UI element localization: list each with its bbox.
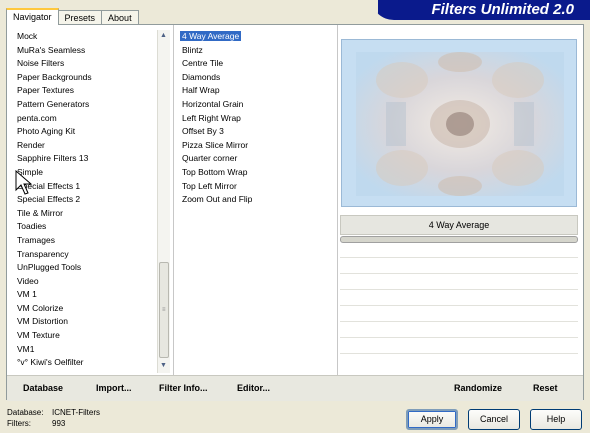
filter-item[interactable]: Top Bottom Wrap <box>182 166 332 180</box>
category-item[interactable]: Mock <box>17 30 155 44</box>
category-item[interactable]: penta.com <box>17 112 155 126</box>
filter-item[interactable]: Zoom Out and Flip <box>182 193 332 207</box>
filter-item[interactable]: Horizontal Grain <box>182 98 332 112</box>
filter-item[interactable]: Top Left Mirror <box>182 180 332 194</box>
category-item[interactable]: Pattern Generators <box>17 98 155 112</box>
app-title-banner: Filters Unlimited 2.0 <box>366 0 590 20</box>
filter-list[interactable]: 4 Way Average Blintz Centre Tile Diamonds Ha… <box>180 30 332 207</box>
control-row <box>340 257 578 258</box>
editor-button[interactable]: Editor... <box>237 383 270 393</box>
app-title: Filters Unlimited 2.0 <box>431 1 574 18</box>
apply-button[interactable]: Apply <box>406 409 458 430</box>
help-button[interactable]: Help <box>530 409 582 430</box>
category-item[interactable]: VM Colorize <box>17 302 155 316</box>
database-button[interactable]: Database <box>23 383 63 393</box>
filter-control-slider[interactable] <box>340 236 578 243</box>
filters-key: Filters: <box>7 419 31 428</box>
filter-item[interactable]: Diamonds <box>182 71 332 85</box>
category-item[interactable]: VM1 <box>17 343 155 357</box>
category-item[interactable]: Tile & Mirror <box>17 207 155 221</box>
filter-item[interactable]: Left Right Wrap <box>182 112 332 126</box>
database-key: Database: <box>7 408 44 417</box>
category-item[interactable]: Paper Textures <box>17 84 155 98</box>
category-item[interactable]: Render <box>17 139 155 153</box>
control-row <box>340 289 578 290</box>
control-row <box>340 353 578 354</box>
category-item[interactable]: VM 1 <box>17 288 155 302</box>
category-scrollbar[interactable]: ▲ ≡ ▼ <box>157 30 170 373</box>
category-item[interactable]: Simple <box>17 166 155 180</box>
filter-item-label: Quarter corner <box>182 153 238 164</box>
filter-info-button[interactable]: Filter Info... <box>159 383 208 393</box>
category-item[interactable]: Paper Backgrounds <box>17 71 155 85</box>
filter-item-label: Zoom Out and Flip <box>182 194 253 205</box>
category-item[interactable]: MuRa's Seamless <box>17 44 155 58</box>
category-item[interactable]: VM Texture <box>17 329 155 343</box>
column-divider <box>337 25 338 401</box>
scrollbar-thumb[interactable]: ≡ <box>159 262 169 358</box>
filter-item-label: Pizza Slice Mirror <box>182 139 249 150</box>
filter-item[interactable]: Pizza Slice Mirror <box>182 139 332 153</box>
filter-item[interactable]: Half Wrap <box>182 84 332 98</box>
column-divider <box>173 25 174 401</box>
filter-item-label: Left Right Wrap <box>182 112 241 123</box>
import-button[interactable]: Import... <box>96 383 132 393</box>
filter-item-label: Half Wrap <box>182 85 220 96</box>
category-item[interactable]: Toadies <box>17 220 155 234</box>
filter-item-label: Centre Tile <box>182 58 224 69</box>
filter-item[interactable]: Quarter corner <box>182 152 332 166</box>
control-row <box>340 337 578 338</box>
reset-button[interactable]: Reset <box>533 383 558 393</box>
category-item[interactable]: Special Effects 1 <box>17 180 155 194</box>
filter-item-label: Offset By 3 <box>182 126 224 137</box>
filter-item[interactable]: 4 Way Average <box>180 30 332 44</box>
category-item[interactable]: VM Distortion <box>17 315 155 329</box>
database-value: ICNET-Filters <box>52 408 100 417</box>
filter-item-label: Horizontal Grain <box>182 98 244 109</box>
scroll-up-icon[interactable]: ▲ <box>160 32 167 39</box>
control-row <box>340 273 578 274</box>
category-item[interactable]: Video <box>17 275 155 289</box>
tab-strip: Navigator Presets About <box>6 8 139 25</box>
cancel-button[interactable]: Cancel <box>468 409 520 430</box>
filter-item-label: 4 Way Average <box>180 31 242 41</box>
category-item[interactable]: Photo Aging Kit <box>17 125 155 139</box>
filters-count: 993 <box>52 419 66 428</box>
grip-icon: ≡ <box>162 307 166 313</box>
category-item[interactable]: Tramages <box>17 234 155 248</box>
scroll-down-icon[interactable]: ▼ <box>160 362 167 369</box>
category-item[interactable]: Noise Filters <box>17 57 155 71</box>
filter-item[interactable]: Offset By 3 <box>182 125 332 139</box>
filter-item[interactable]: Blintz <box>182 44 332 58</box>
control-row <box>340 305 578 306</box>
current-filter-name: 4 Way Average <box>340 215 578 235</box>
filter-item[interactable]: Centre Tile <box>182 57 332 71</box>
action-bar: Database Import... Filter Info... Editor… <box>7 375 583 401</box>
filter-item-label: Top Left Mirror <box>182 180 237 191</box>
category-item[interactable]: Transparency <box>17 248 155 262</box>
tab-presets[interactable]: Presets <box>57 10 103 24</box>
control-row <box>340 321 578 322</box>
category-item[interactable]: °v° Kiwi's Oelfilter <box>17 356 155 370</box>
category-list[interactable]: Mock MuRa's Seamless Noise Filters Paper Ba… <box>17 30 155 370</box>
category-item[interactable]: UnPlugged Tools <box>17 261 155 275</box>
navigator-panel: Mock MuRa's Seamless Noise Filters Paper Ba… <box>6 24 584 401</box>
tab-navigator[interactable]: Navigator <box>6 8 59 25</box>
category-item[interactable]: Sapphire Filters 13 <box>17 152 155 166</box>
filter-item-label: Blintz <box>182 44 203 55</box>
filter-item-label: Diamonds <box>182 71 221 82</box>
category-item[interactable]: Special Effects 2 <box>17 193 155 207</box>
preview-artwork <box>342 40 576 206</box>
tab-about[interactable]: About <box>101 10 139 24</box>
filter-item-label: Top Bottom Wrap <box>182 166 248 177</box>
mouse-pointer-icon <box>15 170 33 195</box>
preview-image <box>341 39 577 207</box>
randomize-button[interactable]: Randomize <box>454 383 502 393</box>
